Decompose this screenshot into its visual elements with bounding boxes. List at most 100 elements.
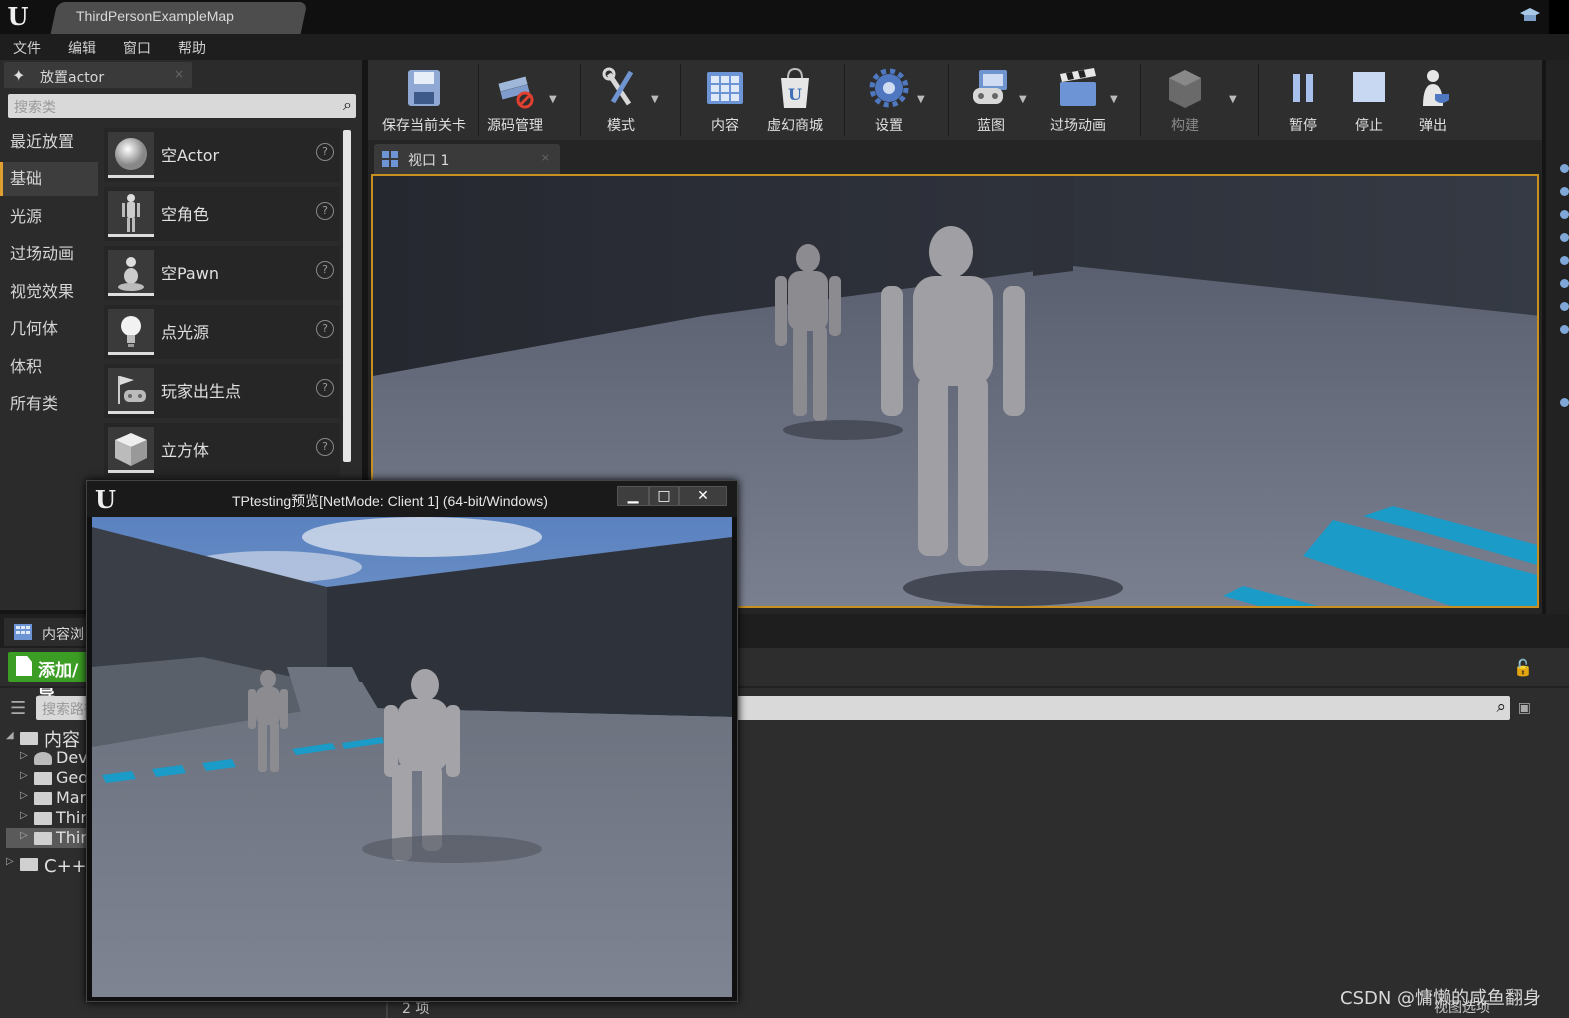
category-basic[interactable]: 基础 <box>0 162 98 196</box>
menu-window[interactable]: 窗口 <box>123 38 151 58</box>
settings-button[interactable]: 设置 <box>854 60 924 138</box>
pawn-icon <box>108 250 154 296</box>
category-visual-effects[interactable]: 视觉效果 <box>0 275 98 309</box>
visibility-eye-icon[interactable] <box>1560 256 1569 265</box>
close-button[interactable]: ✕ <box>679 486 727 506</box>
tree-item-selected[interactable]: ▷ Thir <box>6 828 90 848</box>
filter-list-icon[interactable]: ☰ <box>10 698 26 719</box>
expand-arrow-icon[interactable]: ▷ <box>20 770 28 781</box>
content-browser-tab[interactable]: 内容浏 <box>4 618 90 646</box>
toolbar-separator <box>1140 64 1141 136</box>
visibility-eye-icon[interactable] <box>1560 325 1569 334</box>
visibility-eye-icon[interactable] <box>1560 302 1569 311</box>
tree-label: Dev <box>56 748 88 767</box>
visibility-eye-icon[interactable] <box>1560 164 1569 173</box>
modes-button[interactable]: 模式 <box>586 60 656 138</box>
toolbar-separator <box>948 64 949 136</box>
visibility-eye-icon[interactable] <box>1560 210 1569 219</box>
tree-label: 内容 <box>44 730 80 750</box>
cinematics-button[interactable]: 过场动画 <box>1040 60 1116 138</box>
category-recent[interactable]: 最近放置 <box>0 125 98 159</box>
tree-item[interactable]: ▷ Mar <box>6 788 90 808</box>
search-icon[interactable]: ⌕ <box>343 95 352 115</box>
chevron-down-icon[interactable]: ▼ <box>549 94 557 105</box>
expand-arrow-icon[interactable]: ▷ <box>6 856 14 867</box>
chevron-down-icon[interactable]: ▼ <box>651 94 659 105</box>
place-scrollbar[interactable] <box>343 130 351 462</box>
category-geometry[interactable]: 几何体 <box>0 312 98 346</box>
category-all-classes[interactable]: 所有类 <box>0 387 98 421</box>
help-icon[interactable]: ? <box>316 320 334 338</box>
add-import-button[interactable]: 添加/导 <box>8 652 92 706</box>
category-cinematic[interactable]: 过场动画 <box>0 237 98 271</box>
lock-icon[interactable]: 🔓 <box>1513 658 1533 677</box>
eject-button[interactable]: 弹出 <box>1398 60 1468 138</box>
category-volumes[interactable]: 体积 <box>0 350 98 384</box>
chevron-down-icon[interactable]: ▼ <box>1110 94 1118 105</box>
visibility-eye-icon[interactable] <box>1560 233 1569 242</box>
help-icon[interactable]: ? <box>316 143 334 161</box>
marketplace-button[interactable]: U 虚幻商城 <box>760 60 830 138</box>
help-icon[interactable]: ? <box>316 438 334 456</box>
help-icon[interactable]: ? <box>316 202 334 220</box>
menu-file[interactable]: 文件 <box>13 38 41 58</box>
viewport-tab[interactable]: 视口 1 × <box>374 144 560 174</box>
tree-item-cpp-classes[interactable]: ▷ C++类 <box>6 852 90 876</box>
tree-item[interactable]: ▷ Dev <box>6 748 90 768</box>
expand-arrow-icon[interactable]: ▷ <box>20 790 28 801</box>
help-icon[interactable]: ? <box>316 379 334 397</box>
place-actors-tab[interactable]: ✦ 放置actor × <box>4 62 192 88</box>
chevron-down-icon[interactable]: ▼ <box>1229 94 1237 105</box>
preview-title-bar[interactable]: U TPtesting预览[NetMode: Client 1] (64-bit… <box>87 481 737 517</box>
modes-icon <box>602 67 634 106</box>
tutorial-cap-icon[interactable] <box>1519 6 1541 24</box>
visibility-eye-icon[interactable] <box>1560 398 1569 407</box>
visibility-eye-icon[interactable] <box>1560 187 1569 196</box>
visibility-eye-icon[interactable] <box>1560 279 1569 288</box>
source-control-button[interactable]: 源码管理 <box>480 60 550 138</box>
expand-arrow-icon[interactable]: ◢ <box>6 730 14 741</box>
expand-arrow-icon[interactable]: ▷ <box>20 830 28 841</box>
chevron-down-icon[interactable]: ▼ <box>1019 94 1027 105</box>
tree-item-content[interactable]: ◢ 内容 <box>6 726 90 750</box>
tree-item[interactable]: ▷ Thir <box>6 808 90 828</box>
close-tab-icon[interactable]: × <box>174 67 184 81</box>
blueprints-button[interactable]: 蓝图 <box>956 60 1026 138</box>
actor-item-player-start[interactable]: 玩家出生点 ? <box>104 364 340 418</box>
minimize-button[interactable]: ▁ <box>617 486 649 506</box>
expand-arrow-icon[interactable]: ▷ <box>20 750 28 761</box>
menu-edit[interactable]: 编辑 <box>68 38 96 58</box>
pie-preview-window[interactable]: U TPtesting预览[NetMode: Client 1] (64-bit… <box>86 480 738 1002</box>
close-tab-icon[interactable]: × <box>541 151 550 164</box>
stop-button[interactable]: 停止 <box>1334 60 1404 138</box>
actor-item-empty-pawn[interactable]: 空Pawn ? <box>104 246 340 300</box>
content-label: 内容 <box>711 118 739 134</box>
actor-item-empty-actor[interactable]: 空Actor ? <box>104 128 340 182</box>
actor-item-cube[interactable]: 立方体 ? <box>104 423 340 477</box>
blueprint-icon <box>973 70 1007 104</box>
viewport-layout-icon <box>382 151 398 167</box>
build-button[interactable]: 构建 <box>1150 60 1220 138</box>
unreal-logo-icon: U <box>7 2 29 31</box>
save-level-button[interactable]: 保存当前关卡 <box>372 60 476 138</box>
content-button[interactable]: 内容 <box>690 60 760 138</box>
map-tab-label[interactable]: ThirdPersonExampleMap <box>76 8 234 24</box>
help-icon[interactable]: ? <box>316 261 334 279</box>
asset-search-input[interactable]: ⌕ <box>736 696 1510 720</box>
expand-arrow-icon[interactable]: ▷ <box>20 810 28 821</box>
save-level-label: 保存当前关卡 <box>382 118 466 134</box>
source-control-icon <box>498 76 534 109</box>
chevron-down-icon[interactable]: ▼ <box>917 94 925 105</box>
game-preview-viewport[interactable] <box>92 517 732 997</box>
place-search-input[interactable]: 搜索类 ⌕ <box>8 94 356 118</box>
maximize-button[interactable]: □ <box>649 486 679 506</box>
category-lights[interactable]: 光源 <box>0 200 98 234</box>
save-search-icon[interactable]: ▣ <box>1518 700 1531 716</box>
menu-help[interactable]: 帮助 <box>178 38 206 58</box>
search-icon[interactable]: ⌕ <box>1496 697 1506 717</box>
actor-item-empty-character[interactable]: 空角色 ? <box>104 187 340 241</box>
pause-button[interactable]: 暂停 <box>1268 60 1338 138</box>
actor-item-point-light[interactable]: 点光源 ? <box>104 305 340 359</box>
folder-icon <box>34 812 52 825</box>
tree-item[interactable]: ▷ Geo <box>6 768 90 788</box>
